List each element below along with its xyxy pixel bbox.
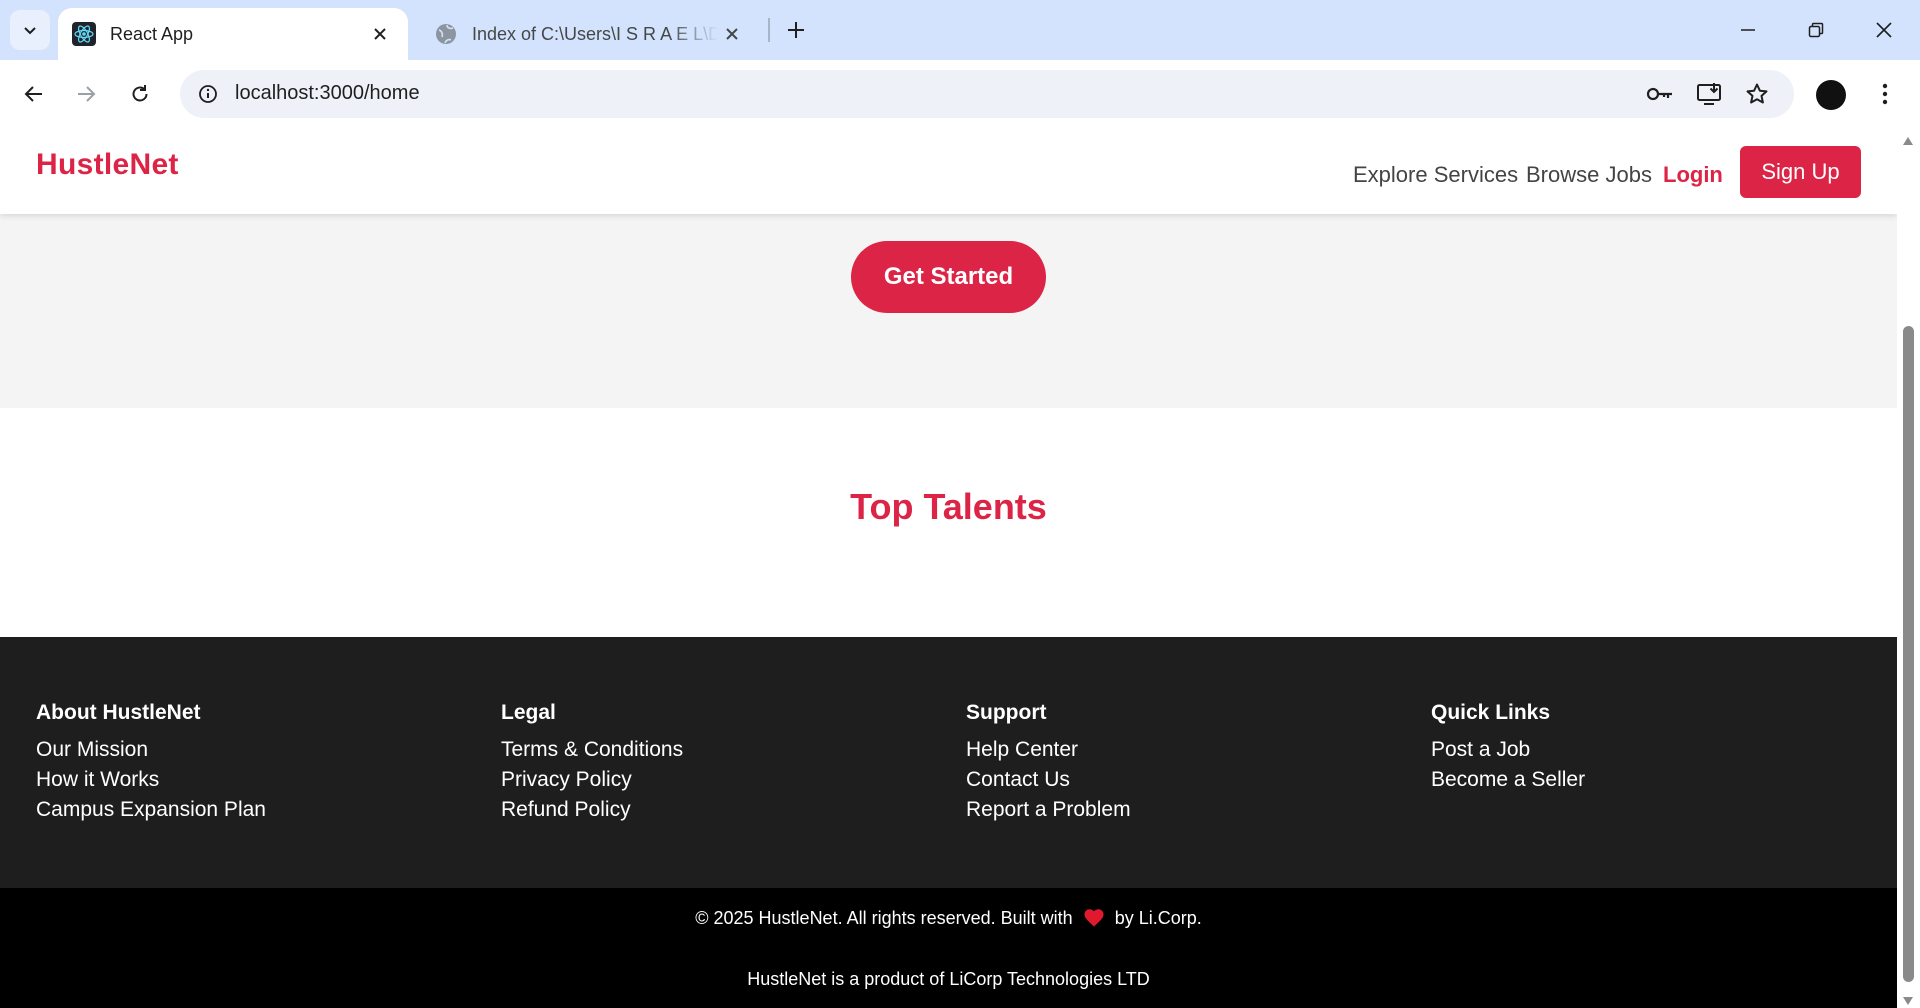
close-icon xyxy=(1876,22,1892,38)
close-tab-icon[interactable] xyxy=(718,20,746,48)
footer-link-post-job[interactable]: Post a Job xyxy=(1431,735,1831,765)
restore-button[interactable] xyxy=(1782,0,1850,60)
footer-col-support: Support Help Center Contact Us Report a … xyxy=(966,701,1366,825)
browser-tab-strip: React App Index of C:\Users\I S R A E L\… xyxy=(0,0,1920,60)
tab-separator xyxy=(768,18,770,42)
page-viewport: HustleNet Explore Services Browse Jobs L… xyxy=(0,128,1897,1008)
forward-button[interactable] xyxy=(66,74,106,114)
footer-heading: Quick Links xyxy=(1431,701,1551,724)
logo-text: HustleNet xyxy=(36,148,179,181)
reload-button[interactable] xyxy=(120,74,160,114)
new-tab-button[interactable] xyxy=(778,12,814,48)
nav-explore-services[interactable]: Explore Services xyxy=(1353,162,1518,188)
close-window-button[interactable] xyxy=(1850,0,1918,60)
footer-link-contact-us[interactable]: Contact Us xyxy=(966,765,1366,795)
footer-link-how-it-works[interactable]: How it Works xyxy=(36,765,436,795)
browser-toolbar: localhost:3000/home xyxy=(0,60,1920,128)
address-bar[interactable]: localhost:3000/home xyxy=(180,70,1794,118)
footer-heading: Support xyxy=(966,701,1047,724)
footer-col-quick-links: Quick Links Post a Job Become a Seller xyxy=(1431,701,1831,795)
restore-icon xyxy=(1808,22,1824,38)
chevron-down-icon xyxy=(24,27,36,35)
arrow-left-icon xyxy=(24,86,42,102)
plus-icon xyxy=(788,22,804,38)
page-scrollbar[interactable] xyxy=(1897,128,1920,1008)
globe-icon xyxy=(434,22,458,46)
scroll-down-arrow-icon[interactable] xyxy=(1902,996,1914,1006)
tab-react-app[interactable]: React App xyxy=(58,8,408,60)
close-tab-icon[interactable] xyxy=(366,20,394,48)
arrow-right-icon xyxy=(78,86,96,102)
nav-login[interactable]: Login xyxy=(1663,162,1723,188)
minimize-icon xyxy=(1741,29,1755,31)
get-started-button[interactable]: Get Started xyxy=(851,241,1046,313)
back-button[interactable] xyxy=(14,74,54,114)
footer-link-become-seller[interactable]: Become a Seller xyxy=(1431,765,1831,795)
top-talents-section: Top Talents xyxy=(0,408,1897,637)
bookmark-star-icon[interactable] xyxy=(1741,78,1773,110)
tab-index-of[interactable]: Index of C:\Users\I S R A E L\Desktop xyxy=(420,8,760,60)
browser-menu-button[interactable] xyxy=(1870,74,1900,114)
url-text[interactable]: localhost:3000/home xyxy=(235,82,420,105)
copyright-line: © 2025 HustleNet. All rights reserved. B… xyxy=(0,908,1897,929)
scrollbar-thumb[interactable] xyxy=(1903,326,1914,982)
reload-icon xyxy=(132,85,148,102)
copyright-suffix: by Li.Corp. xyxy=(1114,908,1202,928)
nav-browse-jobs[interactable]: Browse Jobs xyxy=(1526,162,1652,188)
footer-link-help-center[interactable]: Help Center xyxy=(966,735,1366,765)
product-line: HustleNet is a product of LiCorp Technol… xyxy=(747,969,1150,989)
footer-col-legal: Legal Terms & Conditions Privacy Policy … xyxy=(501,701,901,825)
footer-bottom-bar: © 2025 HustleNet. All rights reserved. B… xyxy=(0,888,1897,1008)
footer-link-report-problem[interactable]: Report a Problem xyxy=(966,795,1366,825)
site-footer: About HustleNet Our Mission How it Works… xyxy=(0,637,1897,888)
password-key-icon[interactable] xyxy=(1644,78,1676,110)
tab-title: Index of C:\Users\I S R A E L\Desktop xyxy=(472,23,718,44)
section-title: Top Talents xyxy=(850,486,1047,527)
footer-heading: Legal xyxy=(501,701,556,724)
heart-icon xyxy=(1084,909,1104,927)
copyright-text: © 2025 HustleNet. All rights reserved. B… xyxy=(695,908,1073,928)
signup-button[interactable]: Sign Up xyxy=(1740,146,1861,198)
hero-section: Get Started xyxy=(0,214,1897,408)
footer-link-our-mission[interactable]: Our Mission xyxy=(36,735,436,765)
footer-heading: About HustleNet xyxy=(36,701,201,724)
site-logo[interactable]: HustleNet xyxy=(36,148,179,182)
install-app-icon[interactable] xyxy=(1693,78,1725,110)
scroll-up-arrow-icon[interactable] xyxy=(1902,136,1914,146)
react-icon xyxy=(72,22,96,46)
more-vert-icon xyxy=(1882,83,1888,105)
tab-title: React App xyxy=(110,23,194,44)
tab-search-button[interactable] xyxy=(10,10,50,50)
site-navbar: HustleNet Explore Services Browse Jobs L… xyxy=(0,128,1897,214)
minimize-button[interactable] xyxy=(1714,0,1782,60)
profile-avatar[interactable] xyxy=(1816,80,1846,110)
footer-link-refund[interactable]: Refund Policy xyxy=(501,795,901,825)
footer-link-privacy[interactable]: Privacy Policy xyxy=(501,765,901,795)
footer-link-campus-expansion[interactable]: Campus Expansion Plan xyxy=(36,795,436,825)
site-info-icon[interactable] xyxy=(190,76,226,112)
footer-col-about: About HustleNet Our Mission How it Works… xyxy=(36,701,436,825)
footer-link-terms[interactable]: Terms & Conditions xyxy=(501,735,901,765)
